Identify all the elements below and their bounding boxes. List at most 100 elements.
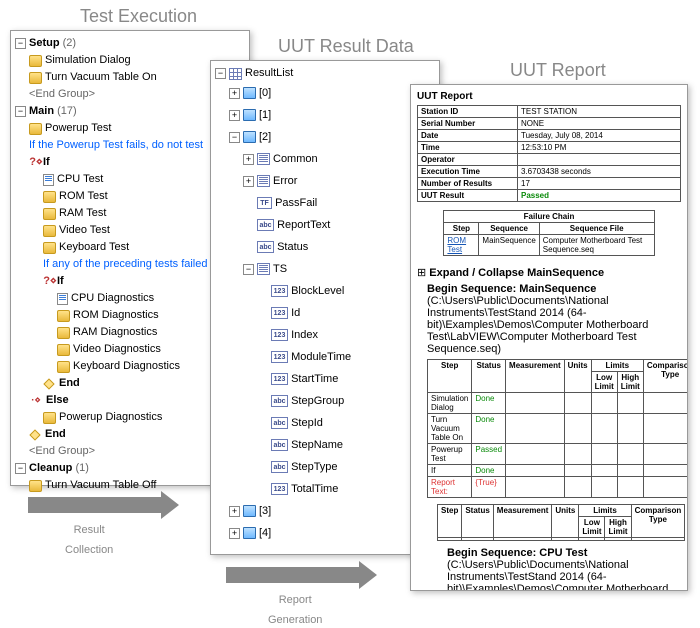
- expand-icon[interactable]: +: [229, 88, 240, 99]
- seq-icon: [43, 412, 56, 424]
- expand-mainseq[interactable]: ⊞ Expand / Collapse MainSequence: [417, 266, 681, 279]
- string-icon: abc: [271, 461, 288, 473]
- seq-icon: [43, 208, 56, 220]
- res-common[interactable]: +Common: [215, 148, 435, 170]
- expand-icon[interactable]: +: [243, 154, 254, 165]
- res-ts[interactable]: −TS: [215, 258, 435, 280]
- cluster-icon: [257, 175, 270, 187]
- container-icon: [243, 131, 256, 143]
- count-cleanup: (1): [75, 460, 88, 477]
- label-rg: ReportGeneration: [268, 588, 322, 628]
- label-rc: ResultCollection: [65, 518, 113, 558]
- array-icon: [229, 68, 242, 80]
- number-icon: 123: [271, 373, 288, 385]
- res-sid[interactable]: abc StepId"ID#:J: [215, 412, 435, 434]
- count-main: (17): [57, 103, 77, 120]
- group-setup[interactable]: −Setup (2): [15, 35, 245, 52]
- seq-icon: [29, 480, 42, 492]
- begin-main: Begin Sequence: MainSequence(C:\Users\Pu…: [417, 283, 681, 355]
- res-root[interactable]: −ResultList: [215, 65, 435, 82]
- number-icon: 123: [271, 285, 288, 297]
- title-result: UUT Result Data: [278, 36, 414, 57]
- panel-result: −ResultList +[0] +[1] −[2] +Common +Erro…: [210, 60, 440, 555]
- string-icon: abc: [271, 395, 288, 407]
- table-row: Simulation DialogDone: [428, 393, 689, 414]
- arrow-rc: [28, 497, 163, 513]
- table-row: [438, 538, 685, 541]
- expand-icon[interactable]: +: [229, 506, 240, 517]
- failure-chain: Failure Chain StepSequenceSequence File …: [443, 210, 654, 256]
- res-sname[interactable]: abc StepName"Powe: [215, 434, 435, 456]
- res-stype[interactable]: abc StepType"PassF: [215, 456, 435, 478]
- seq-icon: [57, 344, 70, 356]
- end-icon: [29, 429, 40, 440]
- label-setup: Setup: [29, 37, 60, 49]
- container-icon: [243, 505, 256, 517]
- seq-icon: [29, 55, 42, 67]
- res-error[interactable]: +Error: [215, 170, 435, 192]
- res-2[interactable]: −[2]: [215, 126, 435, 148]
- res-passfail[interactable]: TF PassFailTrue: [215, 192, 435, 214]
- string-icon: abc: [257, 219, 274, 231]
- seq-icon: [57, 310, 70, 322]
- res-1[interactable]: +[1]: [215, 104, 435, 126]
- string-icon: abc: [271, 417, 288, 429]
- seq-icon: [43, 191, 56, 203]
- number-icon: 123: [271, 351, 288, 363]
- title-report: UUT Report: [510, 60, 606, 81]
- collapse-icon[interactable]: −: [229, 132, 240, 143]
- res-mtime[interactable]: 123 ModuleTime0.0001: [215, 346, 435, 368]
- number-icon: 123: [271, 329, 288, 341]
- seq-icon: [57, 361, 70, 373]
- else-icon: ·⋄: [29, 394, 43, 408]
- string-icon: abc: [257, 241, 274, 253]
- count-setup: (2): [63, 35, 76, 52]
- sub-results: StepStatusMeasurementUnitsLimitsComparis…: [437, 504, 685, 541]
- res-stime[interactable]: 123 StartTime67994: [215, 368, 435, 390]
- collapse-icon[interactable]: −: [243, 264, 254, 275]
- table-row: IfDone: [428, 465, 689, 477]
- expand-icon[interactable]: +: [243, 176, 254, 187]
- res-report[interactable]: abc ReportText"": [215, 214, 435, 236]
- if-icon: ?⋄: [29, 154, 43, 171]
- end-icon: [43, 378, 54, 389]
- table-row: Turn Vacuum Table OnDone: [428, 414, 689, 444]
- res-ttime[interactable]: 123 TotalTime0.0001: [215, 478, 435, 500]
- collapse-icon[interactable]: −: [15, 38, 26, 49]
- table-row: Report Text:{True}: [428, 477, 689, 498]
- panel-report: UUT Report Station IDTEST STATION Serial…: [410, 84, 688, 591]
- test-icon: [57, 293, 68, 305]
- res-block[interactable]: 123 BlockLevel0: [215, 280, 435, 302]
- res-index[interactable]: 123 Index0: [215, 324, 435, 346]
- res-sgroup[interactable]: abc StepGroup"Main": [215, 390, 435, 412]
- res-4[interactable]: +[4]: [215, 522, 435, 544]
- res-id[interactable]: 123 Id715: [215, 302, 435, 324]
- collapse-icon[interactable]: −: [15, 463, 26, 474]
- label-main: Main: [29, 105, 54, 117]
- seq-icon: [43, 242, 56, 254]
- main-results: StepStatusMeasurementUnitsLimitsComparis…: [427, 359, 688, 498]
- label-cleanup: Cleanup: [29, 462, 72, 474]
- begin-cpu: Begin Sequence: CPU Test(C:\Users\Public…: [417, 547, 681, 591]
- link-romtest[interactable]: ROM Test: [444, 235, 479, 256]
- test-icon: [43, 174, 54, 186]
- string-icon: abc: [271, 439, 288, 451]
- expand-icon[interactable]: +: [229, 528, 240, 539]
- res-0[interactable]: +[0]: [215, 82, 435, 104]
- table-row: Powerup TestPassed: [428, 444, 689, 465]
- res-3[interactable]: +[3]: [215, 500, 435, 522]
- bool-icon: TF: [257, 197, 272, 209]
- seq-icon: [57, 327, 70, 339]
- collapse-icon[interactable]: −: [215, 68, 226, 79]
- title-exec: Test Execution: [80, 6, 197, 27]
- res-status[interactable]: abc Status"Passe: [215, 236, 435, 258]
- tree-result[interactable]: −ResultList +[0] +[1] −[2] +Common +Erro…: [211, 61, 439, 548]
- report-title: UUT Report: [417, 91, 473, 102]
- cluster-icon: [257, 153, 270, 165]
- arrow-rg: [226, 567, 361, 583]
- seq-icon: [29, 72, 42, 84]
- collapse-icon[interactable]: −: [15, 106, 26, 117]
- container-icon: [243, 527, 256, 539]
- number-icon: 123: [271, 307, 288, 319]
- expand-icon[interactable]: +: [229, 110, 240, 121]
